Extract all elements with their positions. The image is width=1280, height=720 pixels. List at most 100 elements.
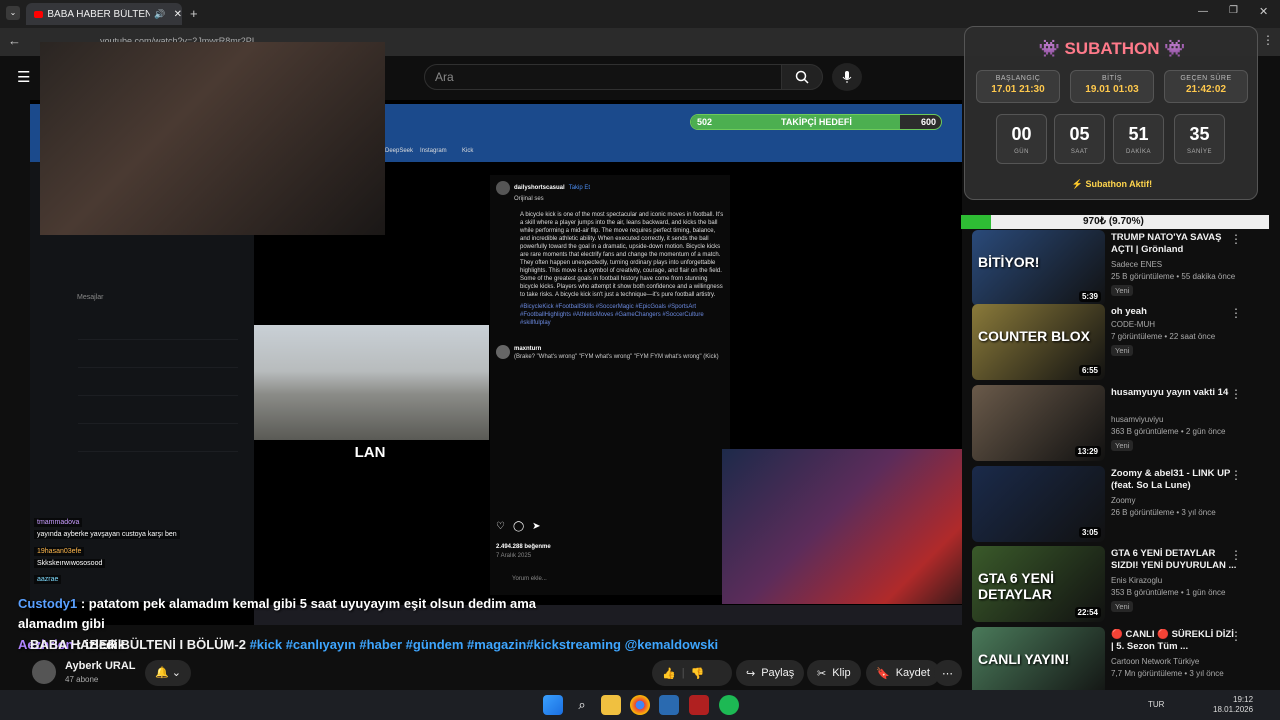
recommended-video[interactable]: 3:05 Zoomy & abel31 - LINK UP (feat. So … <box>972 466 1268 542</box>
more-options-icon[interactable]: ⋮ <box>1230 387 1242 401</box>
kick-bookmark: Kick <box>462 148 474 154</box>
video-thumbnail[interactable]: 3:05 <box>972 466 1105 542</box>
video-title[interactable]: 🔴 CANLI 🔴 SÜREKLİ DİZİ | 5. Sezon Tüm ..… <box>1111 629 1239 653</box>
voice-search-button[interactable] <box>832 63 862 91</box>
channel-name[interactable]: husamviyuviyu <box>1111 415 1163 424</box>
system-tray[interactable]: TUR <box>1148 700 1164 709</box>
follower-target: 600 <box>921 117 937 127</box>
donation-progress-fill <box>961 215 991 229</box>
heart-icon[interactable]: ♡ <box>496 522 505 532</box>
spotify-icon[interactable] <box>719 695 739 715</box>
video-duration: 22:54 <box>1074 607 1101 618</box>
chat-username: aazrae <box>37 576 59 583</box>
maximize-icon[interactable]: ❐ <box>1229 5 1238 16</box>
hamburger-menu-icon[interactable]: ☰ <box>17 68 30 86</box>
photos-icon[interactable] <box>659 695 679 715</box>
chat-username: 19hasan03efe <box>37 548 82 555</box>
system-clock[interactable]: 19:12 18.01.2026 <box>1213 695 1253 715</box>
youtube-icon <box>34 10 44 18</box>
deepseek-bookmark: DeepSeek <box>385 148 414 154</box>
speaker-icon[interactable]: 🔊 <box>154 9 165 20</box>
channel-name[interactable]: Zoomy <box>1111 496 1135 505</box>
new-badge: Yeni <box>1111 285 1134 296</box>
channel-name[interactable]: Ayberk URAL <box>65 660 136 672</box>
video-thumbnail[interactable]: BİTİYOR! 5:39 <box>972 230 1105 306</box>
voicemeeter-icon[interactable] <box>689 695 709 715</box>
post-likes: 2.494.288 beğenme <box>496 544 551 550</box>
thumbs-up-icon[interactable]: 👍 <box>662 667 676 680</box>
video-title[interactable]: Zoomy & abel31 - LINK UP (feat. So La Lu… <box>1111 468 1239 492</box>
follower-current: 502 <box>697 117 713 127</box>
follower-goal-bar: 502 TAKİPÇİ HEDEFİ 600 <box>690 114 942 130</box>
comment-icon[interactable]: ◯ <box>513 522 524 532</box>
video-thumbnail[interactable]: GTA 6 YENİ DETAYLAR 22:54 <box>972 546 1105 622</box>
subathon-title: 👾 SUBATHON 👾 <box>1038 39 1186 58</box>
channel-avatar[interactable] <box>32 660 56 684</box>
back-icon[interactable]: ← <box>8 33 21 48</box>
close-tab-icon[interactable]: ✕ <box>174 9 182 20</box>
search-button[interactable] <box>781 64 823 90</box>
windows-start-icon[interactable] <box>543 695 563 715</box>
post-date: 7 Aralık 2025 <box>496 553 532 559</box>
more-options-icon[interactable]: ⋮ <box>1230 468 1242 482</box>
video-title[interactable]: GTA 6 YENİ DETAYLAR SIZDI! YENİ DUYURULA… <box>1111 548 1239 572</box>
more-actions-button[interactable]: ⋯ <box>934 660 962 686</box>
video-title[interactable]: TRUMP NATO'YA SAVAŞ AÇTI | Grönland <box>1111 232 1239 256</box>
tab-list-button[interactable]: ⌄ <box>6 6 20 20</box>
share-icon[interactable]: ➤ <box>532 522 540 532</box>
share-arrow-icon: ↪ <box>746 667 756 680</box>
browser-tab[interactable]: BABA HABER BÜLTENİ I BÖ 🔊 ✕ <box>26 3 182 25</box>
clock-time: 19:12 <box>1233 695 1254 704</box>
start-time-box: BAŞLANGIÇ 17.01 21:30 <box>976 70 1060 103</box>
video-title[interactable]: oh yeah <box>1111 306 1239 318</box>
avatar <box>496 345 510 359</box>
like-dislike-button[interactable]: 👍 | 👎 <box>652 660 732 686</box>
comment-username: maxnturn <box>514 346 542 352</box>
channel-name[interactable]: Enis Kirazoglu <box>1111 576 1162 585</box>
video-duration: 5:39 <box>1078 291 1101 302</box>
minutes-box: 51 DAKİKA <box>1113 114 1164 164</box>
minimize-icon[interactable]: — <box>1198 6 1208 17</box>
video-title[interactable]: husamyuyu yayın vakti 14 <box>1111 387 1239 399</box>
recommended-video[interactable]: 13:29 husamyuyu yayın vakti 14 husamviyu… <box>972 385 1268 461</box>
elapsed-label: GEÇEN SÜRE <box>1180 75 1232 82</box>
days-box: 00 GÜN <box>996 114 1047 164</box>
thumbs-down-icon[interactable]: 👎 <box>691 667 705 680</box>
clock-date: 18.01.2026 <box>1213 705 1254 714</box>
save-button[interactable]: 🔖 Kaydet <box>866 660 940 686</box>
video-title-text: BABA HABER BÜLTENİ I BÖLÜM-2 <box>30 637 246 652</box>
channel-name[interactable]: Sadece ENES <box>1111 260 1162 269</box>
notification-bell-button[interactable]: 🔔 ⌄ <box>145 660 191 686</box>
recommended-video[interactable]: BİTİYOR! 5:39 TRUMP NATO'YA SAVAŞ AÇTI |… <box>972 230 1268 306</box>
video-hashtags[interactable]: #kick #canlıyayın #haber #gündem #magazi… <box>250 637 719 652</box>
close-window-icon[interactable]: ✕ <box>1259 5 1268 18</box>
end-value: 19.01 01:03 <box>1085 84 1139 95</box>
clip-button[interactable]: ✂ Klip <box>807 660 861 686</box>
comment-text: (Brake? "What's wrong" "FYM what's wrong… <box>514 354 719 360</box>
new-tab-button[interactable]: + <box>190 6 198 21</box>
more-options-icon[interactable]: ⋮ <box>1230 629 1242 643</box>
video-thumbnail[interactable]: 13:29 <box>972 385 1105 461</box>
end-label: BİTİŞ <box>1101 75 1122 82</box>
share-button[interactable]: ↪ Paylaş <box>736 660 805 686</box>
search-input[interactable]: Ara <box>424 64 782 90</box>
chrome-icon[interactable] <box>630 695 650 715</box>
channel-name[interactable]: Cartoon Network Türkiye <box>1111 657 1199 666</box>
recommended-video[interactable]: GTA 6 YENİ DETAYLAR 22:54 GTA 6 YENİ DET… <box>972 546 1268 622</box>
video-meta: 7,7 Mn görüntüleme • 3 yıl önce <box>1111 669 1224 678</box>
language-indicator[interactable]: TUR <box>1148 700 1164 709</box>
file-explorer-icon[interactable] <box>601 695 621 715</box>
search-icon[interactable]: ⌕ <box>572 695 592 715</box>
video-thumbnail[interactable]: COUNTER BLOX 6:55 <box>972 304 1105 380</box>
chat-text: : patatom pek alamadım kemal gibi 5 saat… <box>18 596 537 631</box>
more-options-icon[interactable]: ⋮ <box>1230 232 1242 246</box>
follow-link[interactable]: Takip Et <box>569 184 590 192</box>
channel-name[interactable]: CODE-MUH <box>1111 320 1155 329</box>
video-meta: 353 B görüntüleme • 1 gün önce <box>1111 588 1226 597</box>
browser-menu-icon[interactable]: ⋮ <box>1262 33 1274 47</box>
recommended-video[interactable]: COUNTER BLOX 6:55 oh yeah CODE-MUH 7 gör… <box>972 304 1268 380</box>
chat-message: Skkskeırwıwososood <box>34 559 106 568</box>
more-options-icon[interactable]: ⋮ <box>1230 306 1242 320</box>
comment-input[interactable]: Yorum ekle... <box>512 575 547 583</box>
more-options-icon[interactable]: ⋮ <box>1230 548 1242 562</box>
